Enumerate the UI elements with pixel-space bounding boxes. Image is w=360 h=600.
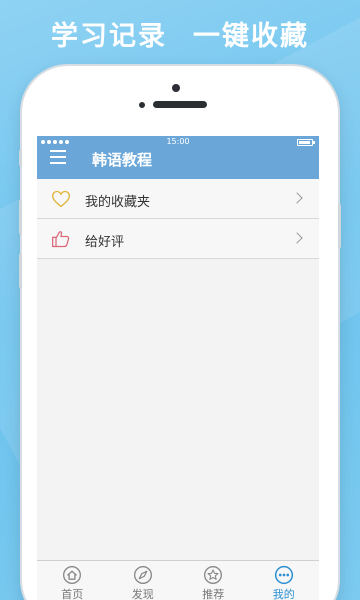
promo-text-1: 学习记录 bbox=[51, 21, 167, 52]
phone-volume-down bbox=[19, 254, 22, 288]
tab-mine[interactable]: 我的 bbox=[249, 561, 320, 600]
list-item-favorites[interactable]: 我的收藏夹 bbox=[37, 179, 319, 219]
phone-volume-up bbox=[19, 200, 22, 234]
heart-outline-icon bbox=[51, 190, 71, 208]
home-icon bbox=[63, 566, 82, 584]
chevron-right-icon bbox=[291, 232, 303, 244]
list-item-label: 我的收藏夹 bbox=[85, 195, 151, 210]
app-header: 15:00 韩语教程 bbox=[37, 136, 319, 179]
tab-label: 我的 bbox=[272, 588, 295, 600]
menu-list: 我的收藏夹 给好评 bbox=[37, 179, 319, 259]
promo-headline: 学习记录 一键收藏 bbox=[0, 14, 360, 53]
chevron-right-icon bbox=[291, 192, 303, 204]
bottom-tab-bar: 首页 发现 推荐 我的 bbox=[37, 560, 319, 600]
proximity-sensor bbox=[139, 102, 145, 108]
app-screen: 15:00 韩语教程 我的收藏夹 给好评 bbox=[37, 136, 319, 600]
phone-power-button bbox=[338, 204, 341, 248]
page-title: 韩语教程 bbox=[92, 151, 153, 169]
front-camera bbox=[172, 84, 180, 92]
more-dots-icon bbox=[274, 565, 293, 585]
tab-label: 推荐 bbox=[202, 588, 225, 600]
tab-home[interactable]: 首页 bbox=[37, 561, 108, 600]
phone-mute-switch bbox=[19, 150, 22, 166]
hamburger-menu-icon[interactable] bbox=[50, 150, 66, 164]
tab-recommend[interactable]: 推荐 bbox=[178, 561, 249, 600]
tab-label: 首页 bbox=[61, 588, 84, 600]
star-icon bbox=[204, 566, 223, 584]
battery-icon bbox=[297, 139, 315, 146]
status-time: 15:00 bbox=[166, 137, 190, 146]
compass-icon bbox=[133, 566, 152, 584]
tab-discover[interactable]: 发现 bbox=[108, 561, 179, 600]
list-item-rate[interactable]: 给好评 bbox=[37, 219, 319, 259]
thumbs-up-icon bbox=[52, 231, 70, 248]
earpiece-speaker bbox=[153, 101, 207, 108]
tab-label: 发现 bbox=[131, 588, 154, 600]
promo-text-2: 一键收藏 bbox=[193, 21, 309, 52]
list-item-label: 给好评 bbox=[85, 235, 125, 250]
